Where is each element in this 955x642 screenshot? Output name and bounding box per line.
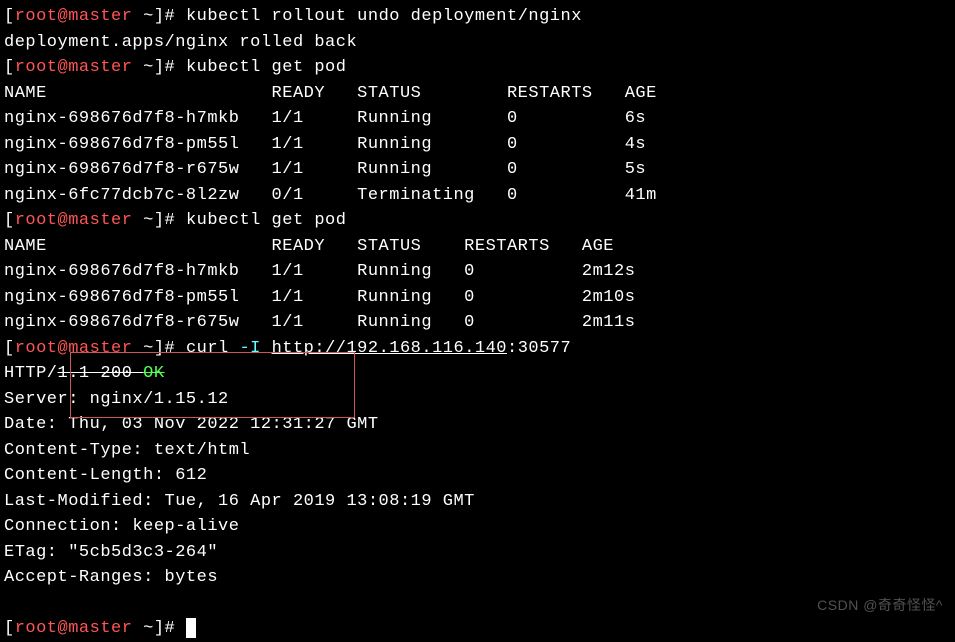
http-header-etag: ETag: "5cb5d3c3-264"	[4, 540, 951, 566]
cursor	[186, 618, 196, 638]
command-3: kubectl get pod	[186, 211, 347, 230]
http-header-connection: Connection: keep-alive	[4, 514, 951, 540]
prompt-end: ]#	[154, 7, 186, 26]
user-host: root@master	[15, 7, 133, 26]
table-header-1: NAME READY STATUS RESTARTS AGE	[4, 81, 951, 107]
blank-line	[4, 591, 951, 617]
table-row: nginx-698676d7f8-r675w 1/1 Running 0 2m1…	[4, 310, 951, 336]
table-header-2: NAME READY STATUS RESTARTS AGE	[4, 234, 951, 260]
curl-url: http://192.168.116.140	[272, 339, 507, 358]
terminal-output[interactable]: [root@master ~]# kubectl rollout undo de…	[4, 4, 951, 642]
cwd: ~	[143, 7, 154, 26]
table-row: nginx-698676d7f8-pm55l 1/1 Running 0 4s	[4, 132, 951, 158]
watermark: CSDN @奇奇怪怪^	[817, 595, 943, 616]
command-1: kubectl rollout undo deployment/nginx	[186, 7, 582, 26]
command-2: kubectl get pod	[186, 58, 347, 77]
prompt-line-2: [root@master ~]# kubectl get pod	[4, 55, 951, 81]
output-rollback: deployment.apps/nginx rolled back	[4, 30, 951, 56]
http-header-date: Date: Thu, 03 Nov 2022 12:31:27 GMT	[4, 412, 951, 438]
http-header-server: Server: nginx/1.15.12	[4, 387, 951, 413]
table-row: nginx-698676d7f8-pm55l 1/1 Running 0 2m1…	[4, 285, 951, 311]
prompt-line-3: [root@master ~]# kubectl get pod	[4, 208, 951, 234]
table-row: nginx-698676d7f8-h7mkb 1/1 Running 0 6s	[4, 106, 951, 132]
prompt-line-4: [root@master ~]# curl -I http://192.168.…	[4, 336, 951, 362]
curl-flag: -I	[239, 339, 260, 358]
http-header-last-modified: Last-Modified: Tue, 16 Apr 2019 13:08:19…	[4, 489, 951, 515]
http-header-content-type: Content-Type: text/html	[4, 438, 951, 464]
http-header-content-length: Content-Length: 612	[4, 463, 951, 489]
http-status-line: HTTP/1.1 200 OK	[4, 361, 951, 387]
prompt-line-1: [root@master ~]# kubectl rollout undo de…	[4, 4, 951, 30]
http-header-accept-ranges: Accept-Ranges: bytes	[4, 565, 951, 591]
table-row: nginx-698676d7f8-h7mkb 1/1 Running 0 2m1…	[4, 259, 951, 285]
prompt-idle[interactable]: [root@master ~]#	[4, 616, 951, 642]
table-row: nginx-698676d7f8-r675w 1/1 Running 0 5s	[4, 157, 951, 183]
bracket: [	[4, 7, 15, 26]
table-row: nginx-6fc77dcb7c-8l2zw 0/1 Terminating 0…	[4, 183, 951, 209]
curl-cmd: curl	[186, 339, 240, 358]
